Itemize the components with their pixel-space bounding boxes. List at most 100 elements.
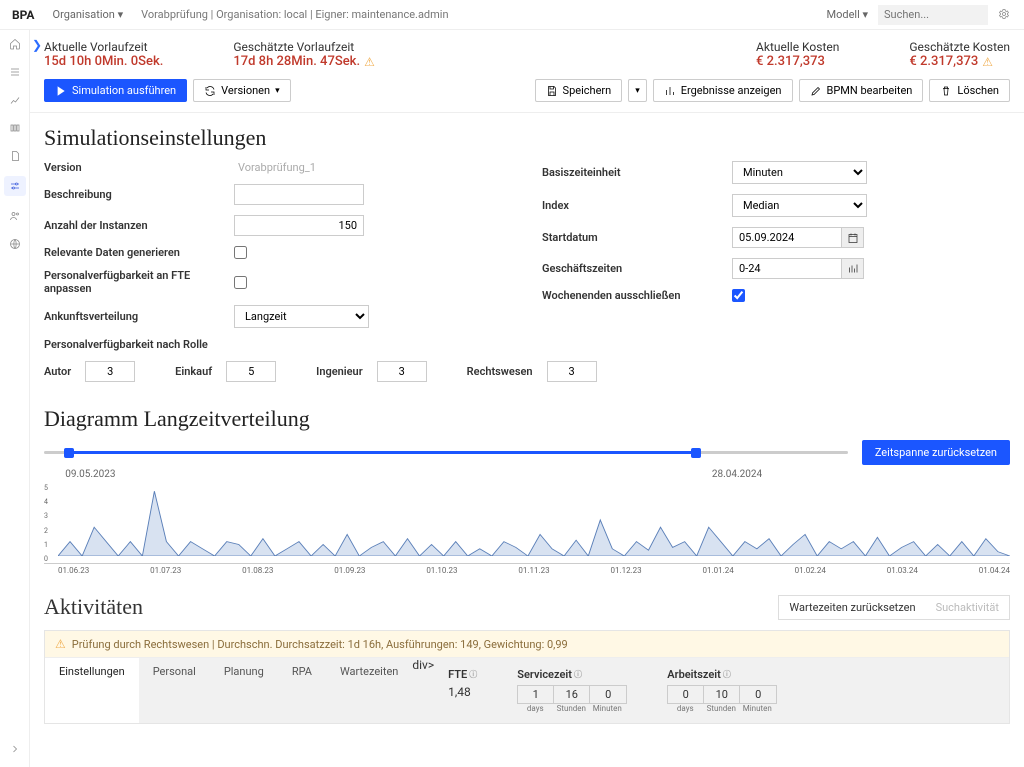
columns-icon[interactable] <box>7 120 23 136</box>
org-dropdown[interactable]: Organisation ▾ <box>53 8 124 21</box>
tab-rpa[interactable]: RPA <box>278 658 326 723</box>
role-ingenieur-input[interactable] <box>377 361 427 382</box>
range-handle-end[interactable] <box>691 448 701 458</box>
role-einkauf-input[interactable] <box>226 361 276 382</box>
role-ingenieur-label: Ingenieur <box>316 365 363 378</box>
description-input[interactable] <box>234 184 364 205</box>
leadtime-est-label: Geschätzte Vorlaufzeit <box>233 40 374 54</box>
iconrail <box>0 30 30 767</box>
tab-einstellungen[interactable]: Einstellungen <box>45 658 139 723</box>
list-icon[interactable] <box>7 64 23 80</box>
tab-personal[interactable]: Personal <box>139 658 210 723</box>
chart-icon[interactable] <box>7 92 23 108</box>
chart-icon[interactable] <box>842 258 864 279</box>
warning-icon: ⚠ <box>55 637 66 651</box>
leadtime-current-value: 15d 10h 0Min. 0Sek. <box>44 54 163 69</box>
search-activity-button[interactable]: Suchaktivität <box>926 596 1009 619</box>
gear-icon[interactable] <box>998 8 1012 22</box>
warning-icon: ⚠ <box>982 55 993 69</box>
roles-heading: Personalverfügbarkeit nach Rolle <box>30 334 1024 355</box>
generate-relevant-label: Relevante Daten generieren <box>44 246 234 259</box>
brand: BPA <box>12 8 35 22</box>
instances-input[interactable] <box>234 215 364 236</box>
summary-bar: Aktuelle Vorlaufzeit 15d 10h 0Min. 0Sek.… <box>30 30 1024 75</box>
businesshours-input[interactable] <box>732 258 842 279</box>
role-autor-label: Autor <box>44 365 71 378</box>
cost-current-label: Aktuelle Kosten <box>756 40 839 54</box>
info-icon[interactable]: ⓘ <box>723 669 731 680</box>
cost-current-value: € 2.317,373 <box>756 54 839 69</box>
search-input[interactable] <box>878 5 988 25</box>
leadtime-est-value: 17d 8h 28Min. 47Sek.⚠ <box>233 54 374 69</box>
index-label: Index <box>542 199 732 212</box>
range-slider[interactable] <box>44 446 848 460</box>
cost-est-value: € 2.317,373⚠ <box>909 54 1010 69</box>
topbar: BPA Organisation ▾ Vorabprüfung | Organi… <box>0 0 1024 30</box>
worktime-label: Arbeitszeit <box>667 668 721 681</box>
businesshours-label: Geschäftszeiten <box>542 262 732 275</box>
generate-relevant-checkbox[interactable] <box>234 246 247 259</box>
servicetime-label: Servicezeit <box>517 668 572 681</box>
leadtime-current-label: Aktuelle Vorlaufzeit <box>44 40 163 54</box>
version-value: Vorabprüfung_1 <box>234 161 316 174</box>
sliders-icon[interactable] <box>4 176 26 196</box>
fte-adjust-checkbox[interactable] <box>234 276 247 289</box>
warning-icon: ⚠ <box>364 55 375 69</box>
activities-section: Aktivitäten Wartezeiten zurücksetzen Suc… <box>30 574 1024 738</box>
arrival-label: Ankunftsverteilung <box>44 310 234 323</box>
breadcrumb: Vorabprüfung | Organisation: local | Eig… <box>141 8 448 21</box>
activity-banner: ⚠ Prüfung durch Rechtswesen | Durchschn. … <box>45 631 1009 658</box>
instances-label: Anzahl der Instanzen <box>44 219 234 232</box>
actionbar: Simulation ausführen Versionen▾ Speicher… <box>30 75 1024 113</box>
home-icon[interactable] <box>7 36 23 52</box>
info-icon[interactable]: ⓘ <box>469 669 477 680</box>
expand-icon[interactable] <box>7 741 23 757</box>
baseunit-select[interactable]: Minuten <box>732 161 867 184</box>
cost-est-label: Geschätzte Kosten <box>909 40 1010 54</box>
reset-wait-button[interactable]: Wartezeiten zurücksetzen <box>779 596 925 619</box>
arrivals-chart: 543210 01.06.2301.07.2301.08.2301.09.230… <box>44 484 1010 564</box>
calendar-icon[interactable] <box>842 227 864 248</box>
servicetime-input[interactable]: 1160 <box>517 685 627 704</box>
index-select[interactable]: Median <box>732 194 867 217</box>
arrival-select[interactable]: Langzeit <box>234 305 369 328</box>
save-dropdown-button[interactable]: ▾ <box>628 79 647 102</box>
role-rechtswesen-input[interactable] <box>547 361 597 382</box>
worktime-input[interactable]: 0100 <box>667 685 777 704</box>
range-handle-start[interactable] <box>64 448 74 458</box>
baseunit-label: Basiszeiteinheit <box>542 166 732 179</box>
activities-heading: Aktivitäten <box>44 594 143 620</box>
weekend-checkbox[interactable] <box>732 289 745 302</box>
versions-button[interactable]: Versionen▾ <box>193 79 290 102</box>
show-results-button[interactable]: Ergebnisse anzeigen <box>653 79 793 102</box>
role-autor-input[interactable] <box>85 361 135 382</box>
activity-banner-text: Prüfung durch Rechtswesen | Durchschn. D… <box>72 638 568 651</box>
users-icon[interactable] <box>7 208 23 224</box>
range-start-date: 09.05.2023 <box>65 469 115 480</box>
startdate-input[interactable] <box>732 227 842 248</box>
longterm-section: Diagramm Langzeitverteilung Zeitspanne z… <box>30 396 1024 574</box>
tab-planung[interactable]: Planung <box>210 658 278 723</box>
range-end-date: 28.04.2024 <box>712 469 762 480</box>
settings-form: VersionVorabprüfung_1 Beschreibung Anzah… <box>30 155 1024 334</box>
edit-bpmn-button[interactable]: BPMN bearbeiten <box>799 79 924 102</box>
longterm-heading: Diagramm Langzeitverteilung <box>44 406 1010 432</box>
tab-wartezeiten[interactable]: Wartezeiten <box>326 658 412 723</box>
file-icon[interactable] <box>7 148 23 164</box>
reset-range-button[interactable]: Zeitspanne zurücksetzen <box>862 440 1010 465</box>
model-dropdown[interactable]: Modell ▾ <box>826 8 868 21</box>
startdate-label: Startdatum <box>542 231 732 244</box>
run-simulation-button[interactable]: Simulation ausführen <box>44 79 187 102</box>
version-label: Version <box>44 161 234 174</box>
weekend-label: Wochenenden ausschließen <box>542 289 732 302</box>
save-button[interactable]: Speichern <box>535 79 623 102</box>
role-einkauf-label: Einkauf <box>175 365 212 378</box>
fte-adjust-label: Personalverfügbarkeit an FTE anpassen <box>44 269 234 295</box>
role-rechtswesen-label: Rechtswesen <box>467 365 533 378</box>
globe-icon[interactable] <box>7 236 23 252</box>
info-icon[interactable]: ⓘ <box>574 669 582 680</box>
description-label: Beschreibung <box>44 188 234 201</box>
delete-button[interactable]: Löschen <box>929 79 1010 102</box>
fte-value: 1,48 <box>448 685 477 699</box>
settings-heading: Simulationseinstellungen <box>44 125 1010 151</box>
